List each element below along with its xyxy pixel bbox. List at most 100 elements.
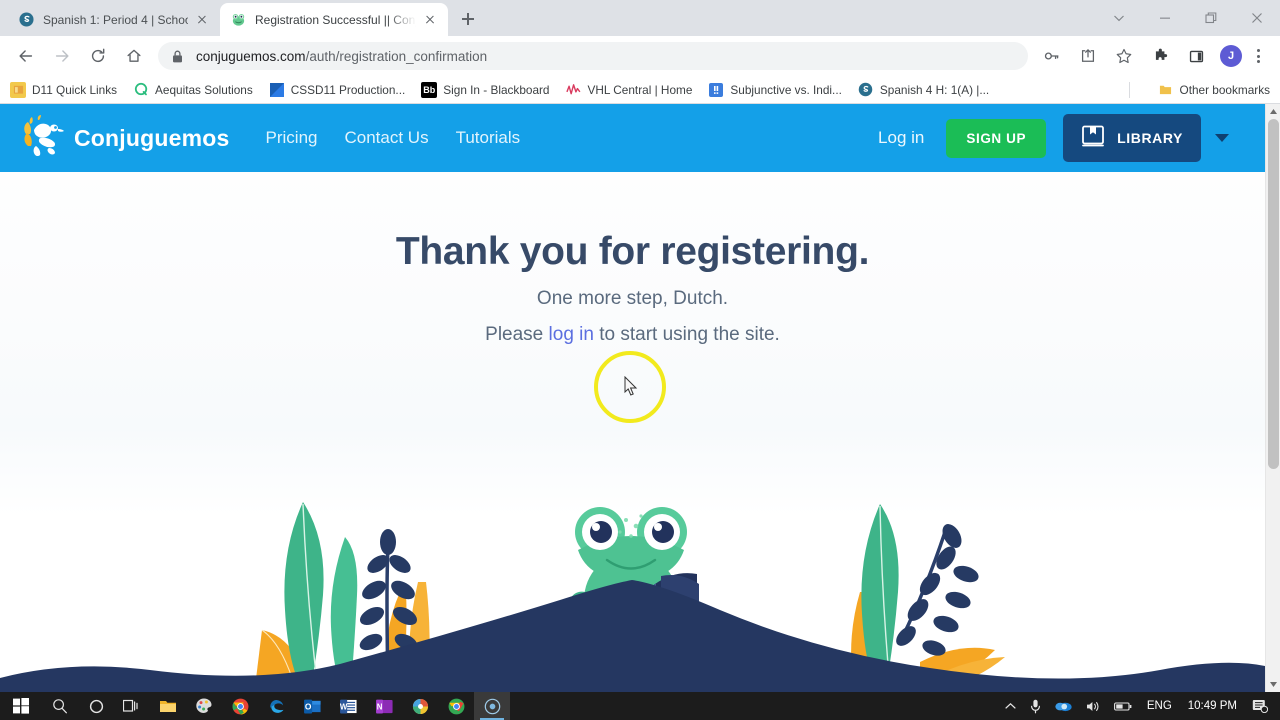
instruction-prefix: Please [485,324,549,345]
word-icon[interactable]: W [330,692,366,720]
window-controls [1096,0,1280,36]
edge-icon[interactable] [258,692,294,720]
schoology-icon [18,12,34,28]
bookmark-label: D11 Quick Links [32,82,118,97]
bookmark-label: Spanish 4 H: 1(A) |... [879,82,990,97]
close-icon[interactable] [1234,2,1280,34]
frog-icon [230,12,246,28]
page-scrollbar[interactable] [1265,104,1280,692]
bookmark-item[interactable]: Bb Sign In - Blackboard [421,81,550,98]
signup-button[interactable]: SIGN UP [946,118,1047,158]
chrome-icon[interactable] [222,692,258,720]
nav-item-tutorials[interactable]: Tutorials [456,128,521,148]
site-header: Conjuguemos Pricing Contact Us Tutorials… [0,104,1265,172]
svg-text:W: W [340,702,348,711]
system-tray: ENG 10:49 PM [998,692,1280,720]
task-view-icon[interactable] [114,692,150,720]
maximize-icon[interactable] [1188,2,1234,34]
bookmark-item[interactable]: Aequitas Solutions [133,82,253,98]
tab-title: Spanish 1: Period 4 | Schoology [43,12,188,27]
svg-text:O: O [304,701,311,711]
new-tab-button[interactable] [454,5,482,33]
letter-q-icon [133,82,149,98]
bookmark-item[interactable]: Subjunctive vs. Indi... [708,82,842,98]
onedrive-icon[interactable] [1048,700,1079,712]
confirmation-content: Thank you for registering. One more step… [0,172,1265,346]
clock[interactable]: 10:49 PM [1180,700,1245,712]
subheading: One more step, Dutch. [536,288,729,309]
photos-icon[interactable] [402,692,438,720]
svg-text:N: N [376,702,382,711]
side-panel-icon[interactable] [1181,41,1211,71]
bookmark-label: CSSD11 Production... [290,82,406,97]
battery-icon[interactable] [1107,701,1139,712]
url-text: conjuguemos.com/auth/registration_confir… [196,48,488,64]
caret-down-icon[interactable] [1215,134,1229,142]
library-button[interactable]: LIBRARY [1063,114,1201,162]
frog-illustration [0,502,1265,692]
windows-taskbar: O W N ENG 10:49 PM [0,692,1280,720]
search-icon[interactable] [42,692,78,720]
chevron-up-icon[interactable] [998,702,1023,710]
login-instruction: Please log in to start using the site. [0,324,1265,346]
tab-title: Registration Successful || Conjuguemos [255,12,416,27]
bookmark-item[interactable]: D11 Quick Links [10,81,118,98]
start-button[interactable] [0,692,42,720]
chrome-menu-button[interactable] [1248,46,1268,66]
scroll-down-arrow[interactable] [1266,677,1280,692]
nav-item-pricing[interactable]: Pricing [266,128,318,148]
back-button[interactable] [11,41,41,71]
other-bookmarks-label: Other bookmarks [1179,82,1270,97]
microphone-icon[interactable] [1023,699,1048,714]
reload-button[interactable] [83,41,113,71]
close-icon[interactable] [422,12,438,28]
scrollbar-thumb[interactable] [1268,119,1279,469]
share-icon[interactable] [1073,41,1103,71]
instruction-suffix: to start using the site. [593,324,780,345]
other-bookmarks-button[interactable]: Other bookmarks [1158,82,1270,98]
tab-search-icon[interactable] [1096,2,1142,34]
password-key-icon[interactable] [1037,41,1067,71]
web-page: Conjuguemos Pricing Contact Us Tutorials… [0,104,1265,692]
bookmarks-bar: D11 Quick Links Aequitas Solutions CSSD1… [0,76,1280,104]
chrome-window-icon[interactable] [438,692,474,720]
profile-avatar[interactable]: J [1220,45,1242,67]
nav-item-contact-us[interactable]: Contact Us [345,128,429,148]
outlook-icon[interactable]: O [294,692,330,720]
bookmark-star-icon[interactable] [1109,41,1139,71]
notification-icon[interactable] [1245,699,1280,713]
file-explorer-icon[interactable] [150,692,186,720]
blue-doc-icon [708,82,724,98]
scroll-up-arrow[interactable] [1266,104,1280,119]
vhl-icon [566,82,582,98]
forward-button[interactable] [47,41,77,71]
address-bar[interactable]: conjuguemos.com/auth/registration_confir… [158,42,1028,70]
speaker-icon[interactable] [1079,700,1107,713]
onenote-icon[interactable]: N [366,692,402,720]
close-icon[interactable] [194,12,210,28]
book-bookmark-icon [1081,125,1105,151]
login-inline-link[interactable]: log in [549,324,594,345]
bookmark-item[interactable]: Spanish 4 H: 1(A) |... [858,82,989,98]
bookmark-item[interactable]: VHL Central | Home [566,82,692,98]
browser-tab-2[interactable]: Registration Successful || Conjuguemos [220,3,448,36]
header-actions: Log in SIGN UP LIBRARY [878,114,1229,162]
recorder-icon[interactable] [474,692,510,720]
site-logo[interactable]: Conjuguemos [16,112,230,164]
tab-strip: Spanish 1: Period 4 | Schoology Registra… [0,0,1280,36]
login-link[interactable]: Log in [878,128,924,148]
library-label: LIBRARY [1117,130,1183,146]
minimize-icon[interactable] [1142,2,1188,34]
cortana-circle-icon[interactable] [78,692,114,720]
site-nav: Pricing Contact Us Tutorials [266,128,521,148]
paint-palette-icon[interactable] [186,692,222,720]
home-button[interactable] [119,41,149,71]
bookmark-item[interactable]: CSSD11 Production... [269,82,406,98]
bookmark-label: Subjunctive vs. Indi... [730,82,842,97]
browser-tab-1[interactable]: Spanish 1: Period 4 | Schoology [8,3,220,36]
extensions-puzzle-icon[interactable] [1145,41,1175,71]
folder-yellow-icon [1158,82,1174,98]
brand-name: Conjuguemos [74,124,230,151]
language-indicator[interactable]: ENG [1139,700,1180,712]
browser-window: Spanish 1: Period 4 | Schoology Registra… [0,0,1280,692]
